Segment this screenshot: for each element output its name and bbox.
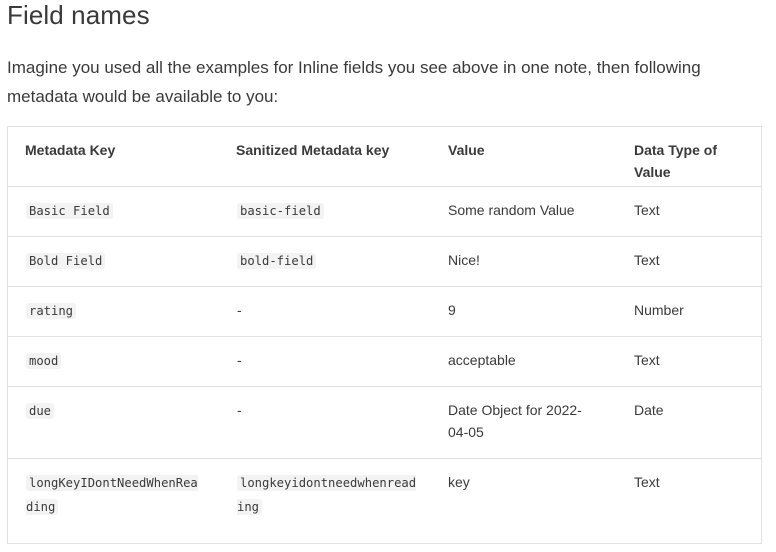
cell-metadata-key: Basic Field: [8, 186, 219, 237]
inline-code: longkeyidontneedwhenreading: [237, 474, 417, 515]
table-row: longKeyIDontNeedWhenReading longkeyidont…: [8, 458, 761, 530]
inline-code: Basic Field: [26, 202, 113, 219]
cell-metadata-key: due: [8, 386, 219, 459]
header-data-type: Data Type of Value: [617, 127, 761, 187]
header-metadata-key: Metadata Key: [8, 127, 219, 187]
cell-sanitized-key: -: [219, 336, 431, 387]
inline-code: longKeyIDontNeedWhenReading: [26, 474, 198, 515]
cell-sanitized-key: longkeyidontneedwhenreading: [219, 458, 431, 530]
header-value: Value: [431, 127, 617, 187]
cell-sanitized-key: bold-field: [219, 236, 431, 287]
section-heading: Field names: [7, 0, 150, 30]
inline-code: rating: [26, 302, 77, 319]
cell-metadata-key: mood: [8, 336, 219, 387]
inline-code: Bold Field: [26, 252, 106, 269]
metadata-table-container: Metadata Key Sanitized Metadata key Valu…: [7, 126, 762, 544]
inline-code: basic-field: [237, 202, 324, 219]
inline-code: bold-field: [237, 252, 317, 269]
cell-value: Date Object for 2022-04-05: [431, 386, 617, 459]
table-row: rating - 9 Number: [8, 286, 761, 337]
cell-data-type: Text: [617, 186, 761, 237]
cell-data-type: Number: [617, 286, 761, 337]
cell-value: acceptable: [431, 336, 617, 387]
cell-value: key: [448, 473, 470, 490]
inline-code: due: [26, 402, 55, 419]
cell-data-type: Text: [617, 336, 761, 387]
cell-sanitized-key: -: [219, 386, 431, 459]
cell-value: Some random Value: [431, 186, 617, 237]
intro-paragraph: Imagine you used all the examples for In…: [7, 58, 701, 106]
metadata-table: Metadata Key Sanitized Metadata key Valu…: [8, 127, 761, 530]
cell-sanitized-key: -: [219, 286, 431, 337]
cell-data-type: Date: [617, 386, 761, 459]
table-row: Bold Field bold-field Nice! Text: [8, 236, 761, 287]
cell-sanitized-key: basic-field: [219, 186, 431, 237]
table-header-row: Metadata Key Sanitized Metadata key Valu…: [8, 127, 761, 187]
cell-value: 9: [431, 286, 617, 337]
header-sanitized-key: Sanitized Metadata key: [219, 127, 431, 187]
inline-code: mood: [26, 352, 62, 369]
table-row: Basic Field basic-field Some random Valu…: [8, 186, 761, 237]
cell-value: Nice!: [431, 236, 617, 287]
cell-metadata-key: Bold Field: [8, 236, 219, 287]
cell-data-type: Text: [634, 473, 660, 490]
cell-metadata-key: rating: [8, 286, 219, 337]
cell-data-type: Text: [617, 236, 761, 287]
table-row: mood - acceptable Text: [8, 336, 761, 387]
table-row: due - Date Object for 2022-04-05 Date: [8, 386, 761, 459]
cell-metadata-key: longKeyIDontNeedWhenReading: [8, 458, 219, 530]
